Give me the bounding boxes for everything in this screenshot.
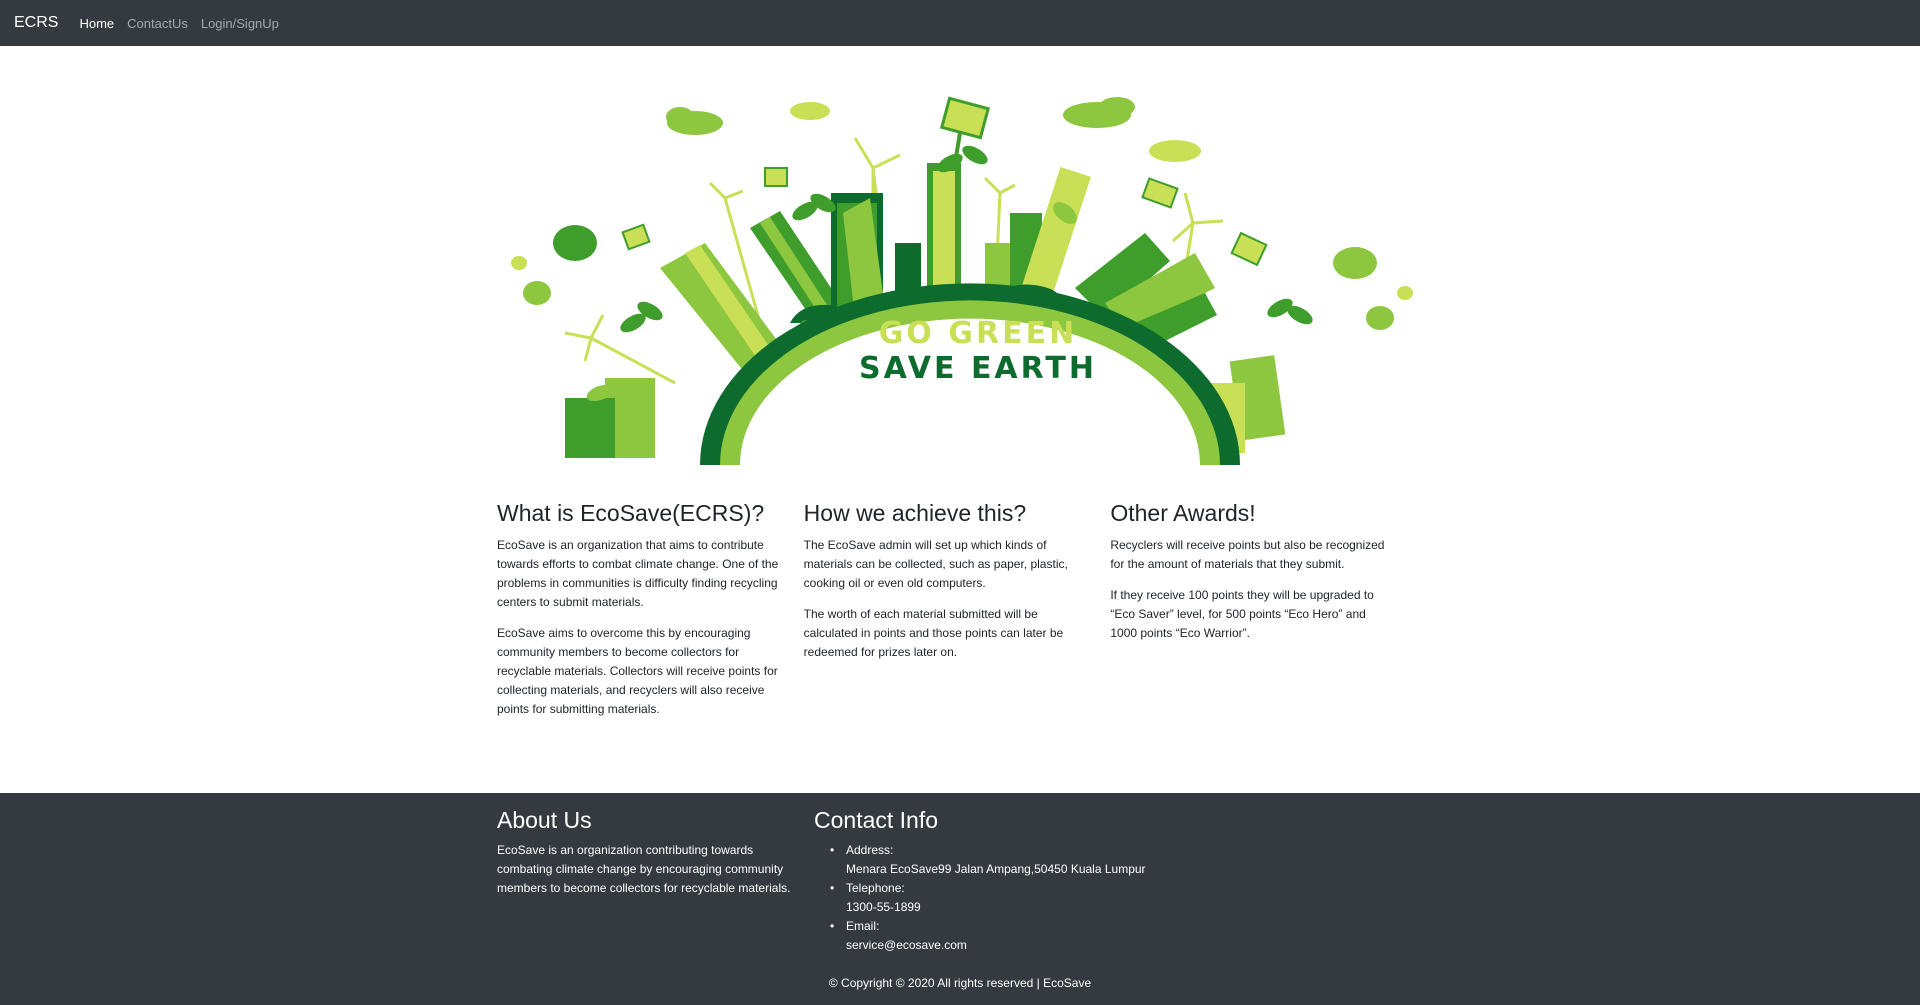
footer-about: About Us EcoSave is an organization cont…	[497, 807, 814, 955]
footer-contact: Contact Info Address: Menara EcoSave99 J…	[814, 807, 1214, 955]
contact-telephone-label: Telephone:	[846, 880, 905, 895]
feature-what-is-ecosave: What is EcoSave(ECRS)? EcoSave is an org…	[497, 500, 804, 731]
brand-logo[interactable]: ECRS	[14, 14, 58, 32]
contact-address: Address: Menara EcoSave99 Jalan Ampang,5…	[830, 841, 1214, 879]
contact-telephone-value: 1300-55-1899	[846, 899, 921, 914]
feature-title: What is EcoSave(ECRS)?	[497, 500, 765, 526]
top-navbar: ECRS Home ContactUs Login/SignUp	[0, 0, 1920, 46]
copyright-text: © Copyright © 2020 All rights reserved |…	[828, 976, 1092, 990]
contact-email: Email: service@ecosave.com	[830, 917, 1214, 955]
about-text: EcoSave is an organization contributing …	[497, 842, 791, 895]
feature-paragraph: If they receive 100 points they will be …	[1110, 587, 1374, 640]
feature-paragraph: The worth of each material submitted wil…	[803, 606, 1064, 659]
nav-contact-us[interactable]: ContactUs	[127, 16, 188, 31]
feature-paragraph: EcoSave aims to overcome this by encoura…	[497, 625, 778, 716]
feature-title: How we achieve this?	[803, 500, 1027, 526]
page-footer: About Us EcoSave is an organization cont…	[0, 793, 1920, 1005]
contact-address-value: Menara EcoSave99 Jalan Ampang,50450 Kual…	[846, 861, 1146, 876]
hero-go-green-text: GO GREEN	[879, 316, 1077, 351]
eco-city-illustration: GO GREEN SAVE EARTH	[511, 96, 1413, 465]
contact-title: Contact Info	[814, 807, 939, 833]
hero-save-earth-text: SAVE EARTH	[859, 351, 1097, 386]
feature-how-we-achieve: How we achieve this? The EcoSave admin w…	[804, 500, 1111, 731]
nav-home[interactable]: Home	[79, 16, 114, 31]
go-green-hero-illustration: GO GREEN SAVE EARTH	[505, 93, 1415, 465]
features-section: What is EcoSave(ECRS)? EcoSave is an org…	[497, 500, 1417, 731]
contact-email-value: service@ecosave.com	[846, 937, 967, 952]
feature-title: Other Awards!	[1110, 500, 1256, 526]
feature-paragraph: The EcoSave admin will set up which kind…	[803, 537, 1068, 590]
about-title: About Us	[497, 807, 592, 833]
feature-paragraph: EcoSave is an organization that aims to …	[497, 537, 779, 609]
contact-email-label: Email:	[846, 918, 880, 933]
nav-login-signup[interactable]: Login/SignUp	[201, 16, 279, 31]
contact-list: Address: Menara EcoSave99 Jalan Ampang,5…	[814, 841, 1214, 955]
contact-address-label: Address:	[846, 842, 894, 857]
contact-telephone: Telephone: 1300-55-1899	[830, 879, 1214, 917]
feature-other-awards: Other Awards! Recyclers will receive poi…	[1110, 500, 1417, 731]
feature-paragraph: Recyclers will receive points but also b…	[1110, 537, 1385, 571]
